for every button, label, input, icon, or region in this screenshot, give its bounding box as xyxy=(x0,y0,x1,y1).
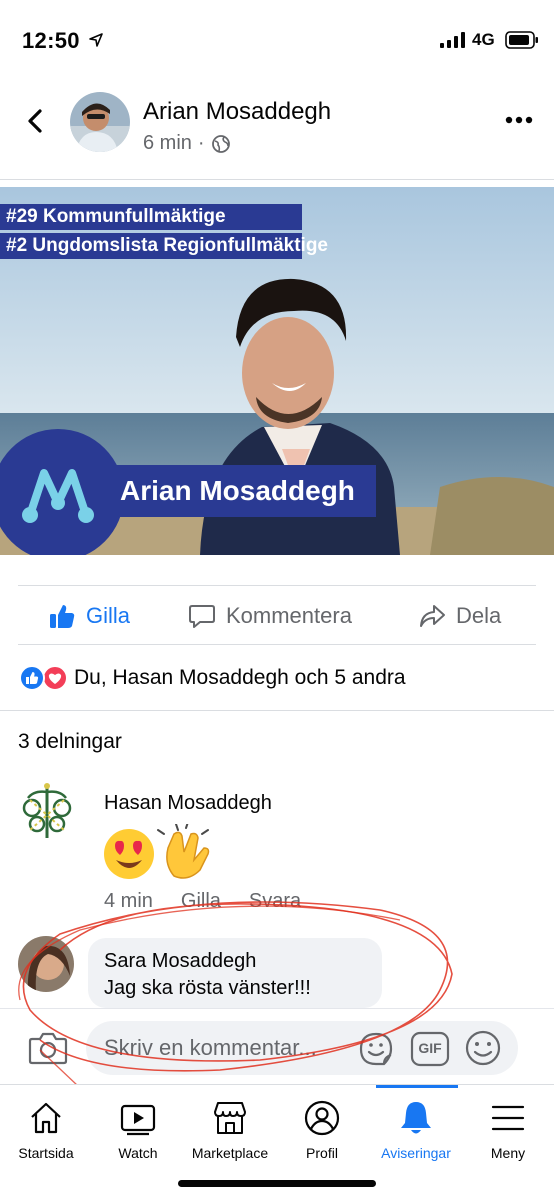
active-tab-indicator xyxy=(376,1085,458,1088)
tab-marketplace[interactable]: Marketplace xyxy=(184,1099,276,1169)
share-arrow-icon xyxy=(420,605,445,627)
sticker-icon[interactable] xyxy=(358,1031,394,1067)
comment-like-link[interactable]: Gilla xyxy=(181,890,221,913)
home-indicator xyxy=(178,1180,376,1187)
meta-separator: · xyxy=(197,132,205,154)
gif-button[interactable]: GIF xyxy=(410,1031,450,1067)
battery-icon xyxy=(505,31,538,49)
home-icon xyxy=(31,1102,61,1134)
share-label: Dela xyxy=(456,603,502,628)
comment-bubble-sara[interactable]: Sara Mosaddegh Jag ska rösta vänster!!! xyxy=(88,938,382,1008)
shares-count[interactable]: 3 delningar xyxy=(18,730,122,754)
tab-label-profil: Profil xyxy=(306,1145,338,1161)
comment-input[interactable] xyxy=(86,1021,518,1075)
comment-composer: GIF xyxy=(0,1008,554,1084)
tab-label-startsida: Startsida xyxy=(18,1145,74,1161)
image-tag-line-2: #2 Ungdomslista Regionfullmäktige xyxy=(0,233,328,259)
tab-profil[interactable]: Profil xyxy=(276,1099,368,1169)
more-options-icon[interactable] xyxy=(502,110,536,130)
comment-meta-hasan: 4 min Gilla Svara xyxy=(104,890,301,913)
gif-label: GIF xyxy=(418,1040,442,1056)
tab-label-watch: Watch xyxy=(118,1145,158,1161)
image-tag-line-1: #29 Kommunfullmäktige xyxy=(0,204,302,230)
status-time: 12:50 xyxy=(22,28,80,53)
signal-icon xyxy=(440,32,465,48)
comment-time: 4 min xyxy=(104,890,153,912)
comment-button[interactable]: Kommentera xyxy=(188,602,352,630)
location-arrow-icon xyxy=(89,33,103,47)
post-author-name[interactable]: Arian Mosaddegh xyxy=(143,98,331,126)
share-button[interactable]: Dela xyxy=(418,602,501,630)
comment-text-sara: Jag ska rösta vänster!!! xyxy=(104,977,311,999)
section-divider xyxy=(0,710,554,711)
tab-meny[interactable]: Meny xyxy=(462,1099,554,1169)
like-love-reaction-icon xyxy=(19,665,68,691)
post-actions-bar: Gilla Kommentera Dela xyxy=(18,585,536,645)
video-play-icon xyxy=(120,1104,156,1136)
post-image[interactable]: #29 Kommunfullmäktige #2 Ungdomslista Re… xyxy=(0,187,554,555)
like-label: Gilla xyxy=(86,603,131,628)
author-avatar[interactable] xyxy=(70,92,130,152)
heart-eyes-clapping-emoji-icon xyxy=(104,824,210,879)
tab-startsida[interactable]: Startsida xyxy=(0,1099,92,1169)
tab-label-aviseringar: Aviseringar xyxy=(381,1145,451,1161)
globe-icon xyxy=(211,134,230,153)
hamburger-menu-icon xyxy=(491,1105,525,1131)
image-name-banner: Arian Mosaddegh xyxy=(100,465,376,517)
like-button[interactable]: Gilla xyxy=(48,602,130,630)
tab-aviseringar[interactable]: Aviseringar xyxy=(370,1099,462,1169)
tab-watch[interactable]: Watch xyxy=(92,1099,184,1169)
tab-label-meny: Meny xyxy=(490,1145,526,1161)
back-arrow-icon[interactable] xyxy=(20,106,50,136)
reactions-text: Du, Hasan Mosaddegh och 5 andra xyxy=(74,666,406,689)
post-time: 6 min xyxy=(143,132,192,154)
post-meta: 6 min · xyxy=(143,132,231,155)
commenter-avatar-hasan[interactable] xyxy=(20,780,74,840)
network-type: 4G xyxy=(472,30,495,49)
comment-reply-link[interactable]: Svara xyxy=(249,890,301,913)
commenter-avatar-sara[interactable] xyxy=(18,936,74,992)
emoji-smile-icon[interactable] xyxy=(464,1029,502,1067)
thumbs-up-icon xyxy=(50,605,75,628)
profile-icon xyxy=(304,1100,340,1136)
camera-icon[interactable] xyxy=(28,1029,68,1065)
post-header: Arian Mosaddegh 6 min · xyxy=(0,80,554,180)
bell-icon xyxy=(401,1102,431,1134)
comment-author-hasan[interactable]: Hasan Mosaddegh xyxy=(104,792,272,815)
storefront-icon xyxy=(214,1102,246,1134)
reactions-summary[interactable]: Du, Hasan Mosaddegh och 5 andra xyxy=(18,662,406,694)
status-bar: 12:50 4G xyxy=(0,0,554,80)
comment-bubble-icon xyxy=(189,605,215,628)
comment-label: Kommentera xyxy=(226,603,352,628)
tab-label-marketplace: Marketplace xyxy=(191,1145,269,1161)
comment-author-sara[interactable]: Sara Mosaddegh xyxy=(104,950,382,973)
